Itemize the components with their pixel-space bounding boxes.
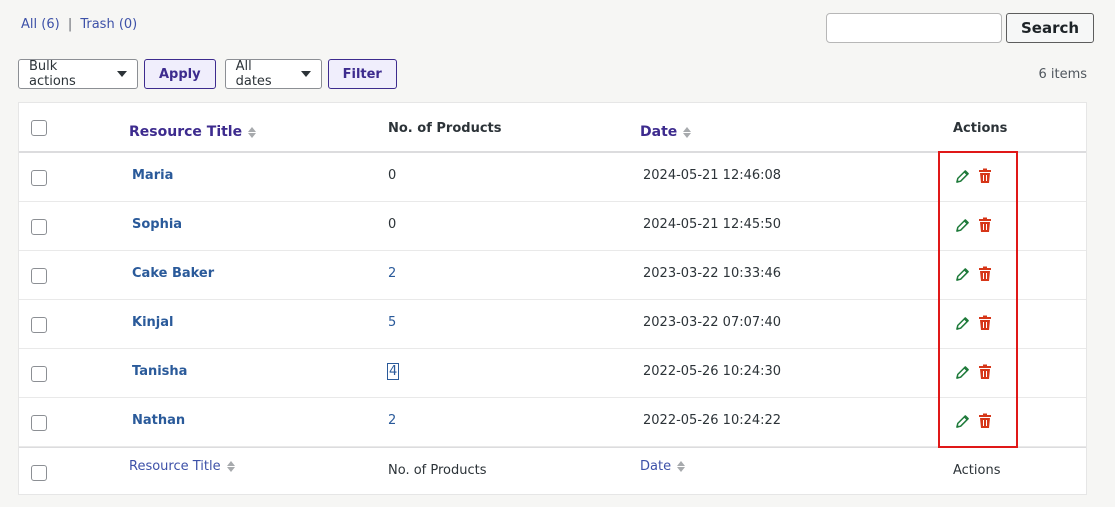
chevron-down-icon: [300, 71, 311, 77]
filter-button[interactable]: Filter: [327, 59, 397, 89]
resources-table: Resource Title No. of Products Date Acti…: [18, 102, 1087, 495]
products-count[interactable]: 4: [386, 363, 400, 380]
trash-icon[interactable]: [978, 315, 992, 335]
row-actions: [955, 315, 992, 335]
view-filters: All (6) | Trash (0): [21, 17, 137, 32]
resource-date: 2024-05-21 12:45:50: [643, 217, 782, 232]
column-header-date[interactable]: Date: [640, 124, 692, 140]
pencil-icon[interactable]: [955, 218, 970, 237]
select-all-checkbox[interactable]: [31, 120, 47, 136]
resource-date: 2024-05-21 12:46:08: [643, 168, 782, 183]
row-checkbox[interactable]: [31, 415, 47, 431]
search-input[interactable]: [826, 13, 1002, 43]
table-row: Sophia 0 2024-05-21 12:45:50: [19, 202, 1086, 251]
resource-title-link[interactable]: Cake Baker: [132, 266, 214, 281]
column-header-products: No. of Products: [388, 121, 502, 136]
view-separator: |: [67, 17, 73, 32]
search-button[interactable]: Search: [1006, 13, 1095, 43]
products-count[interactable]: 2: [388, 266, 396, 281]
resource-title-link[interactable]: Nathan: [132, 413, 185, 428]
row-checkbox[interactable]: [31, 170, 47, 186]
table-row: Kinjal 5 2023-03-22 07:07:40: [19, 300, 1086, 349]
resource-date: 2023-03-22 10:33:46: [643, 266, 782, 281]
table-row: Maria 0 2024-05-21 12:46:08: [19, 153, 1086, 202]
pencil-icon[interactable]: [955, 169, 970, 188]
search-box: Search: [826, 13, 1095, 43]
products-count[interactable]: 5: [388, 315, 396, 330]
dates-select[interactable]: All dates: [224, 59, 322, 89]
dates-value: All dates: [235, 59, 272, 89]
bulk-actions-select[interactable]: Bulk actions: [18, 59, 138, 89]
row-checkbox[interactable]: [31, 268, 47, 284]
table-row: Tanisha 4 2022-05-26 10:24:30: [19, 349, 1086, 398]
sort-icon: [248, 126, 257, 138]
chevron-down-icon: [117, 71, 127, 77]
bulk-actions-value: Bulk actions: [29, 59, 76, 89]
table-row: Nathan 2 2022-05-26 10:24:22: [19, 398, 1086, 447]
items-count: 6 items: [1038, 67, 1087, 82]
resource-title-link[interactable]: Sophia: [132, 217, 182, 232]
resource-date: 2022-05-26 10:24:22: [643, 413, 782, 428]
select-all-checkbox-footer[interactable]: [31, 465, 47, 481]
tablenav-top: Bulk actions Apply All dates Filter: [18, 59, 397, 89]
resource-date: 2023-03-22 07:07:40: [643, 315, 782, 330]
trash-icon[interactable]: [978, 217, 992, 237]
row-actions: [955, 168, 992, 188]
row-checkbox[interactable]: [31, 366, 47, 382]
row-actions: [955, 364, 992, 384]
column-header-actions: Actions: [953, 121, 1008, 136]
trash-icon[interactable]: [978, 413, 992, 433]
view-trash-link[interactable]: Trash (0): [80, 17, 137, 32]
row-actions: [955, 217, 992, 237]
pencil-icon[interactable]: [955, 316, 970, 335]
row-actions: [955, 413, 992, 433]
pencil-icon[interactable]: [955, 414, 970, 433]
resource-title-link[interactable]: Maria: [132, 168, 173, 183]
column-footer-title[interactable]: Resource Title: [129, 459, 235, 474]
resource-date: 2022-05-26 10:24:30: [643, 364, 782, 379]
trash-icon[interactable]: [978, 266, 992, 286]
resource-title-link[interactable]: Kinjal: [132, 315, 173, 330]
column-footer-date[interactable]: Date: [640, 459, 686, 474]
apply-button[interactable]: Apply: [144, 59, 216, 89]
view-all-link[interactable]: All (6): [21, 17, 60, 32]
products-count: 0: [388, 217, 397, 232]
sort-icon: [226, 461, 235, 472]
products-count: 0: [388, 168, 397, 183]
trash-icon[interactable]: [978, 168, 992, 188]
row-actions: [955, 266, 992, 286]
pencil-icon[interactable]: [955, 267, 970, 286]
trash-icon[interactable]: [978, 364, 992, 384]
column-footer-products: No. of Products: [388, 463, 487, 478]
sort-icon: [683, 126, 692, 138]
resource-title-link[interactable]: Tanisha: [132, 364, 187, 379]
pencil-icon[interactable]: [955, 365, 970, 384]
table-footer: Resource Title No. of Products Date Acti…: [19, 447, 1086, 495]
table-header: Resource Title No. of Products Date Acti…: [19, 103, 1086, 153]
column-footer-actions: Actions: [953, 463, 1001, 478]
row-checkbox[interactable]: [31, 317, 47, 333]
table-row: Cake Baker 2 2023-03-22 10:33:46: [19, 251, 1086, 300]
row-checkbox[interactable]: [31, 219, 47, 235]
sort-icon: [677, 461, 686, 472]
column-header-title[interactable]: Resource Title: [129, 124, 257, 140]
products-count[interactable]: 2: [388, 413, 396, 428]
